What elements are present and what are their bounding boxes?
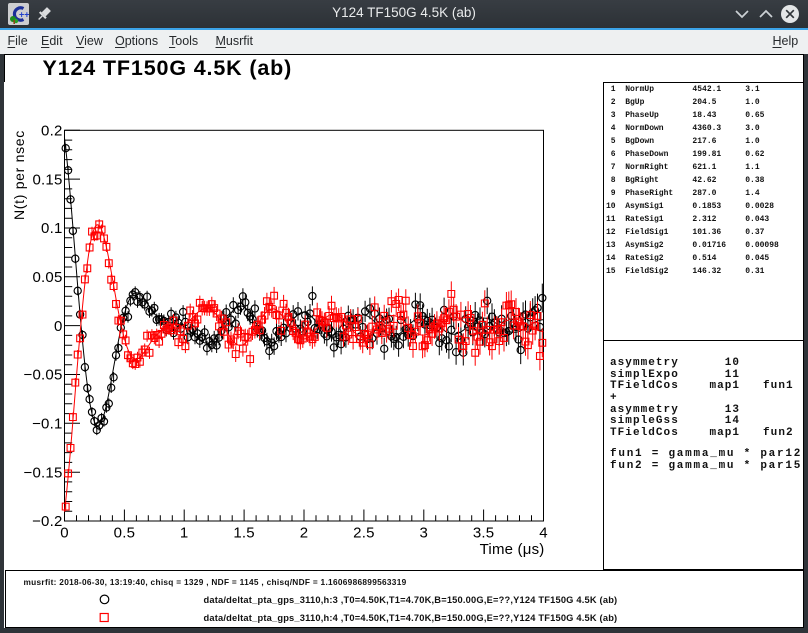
svg-text:N(t) per nsec: N(t) per nsec	[11, 130, 27, 220]
svg-text:4: 4	[539, 525, 548, 542]
svg-text:0.5: 0.5	[114, 525, 135, 542]
svg-text:1: 1	[180, 525, 189, 542]
svg-text:0.2: 0.2	[41, 123, 62, 140]
svg-text:−0.1: −0.1	[32, 416, 62, 433]
svg-text:2: 2	[300, 525, 309, 542]
svg-text:Y124 TF150G 4.5K (ab): Y124 TF150G 4.5K (ab)	[43, 56, 293, 80]
svg-text:0.15: 0.15	[33, 171, 63, 188]
svg-text:Time (μs): Time (μs)	[480, 541, 545, 558]
svg-text:1.5: 1.5	[233, 525, 254, 542]
svg-text:3.5: 3.5	[473, 525, 494, 542]
svg-text:−0.15: −0.15	[24, 464, 63, 481]
svg-text:0.05: 0.05	[33, 269, 63, 286]
svg-text:2.5: 2.5	[353, 525, 374, 542]
svg-text:−0.2: −0.2	[32, 513, 62, 530]
svg-text:0.1: 0.1	[41, 220, 62, 237]
svg-text:−0.05: −0.05	[24, 367, 63, 384]
svg-text:0: 0	[54, 318, 63, 335]
svg-text:3: 3	[420, 525, 429, 542]
